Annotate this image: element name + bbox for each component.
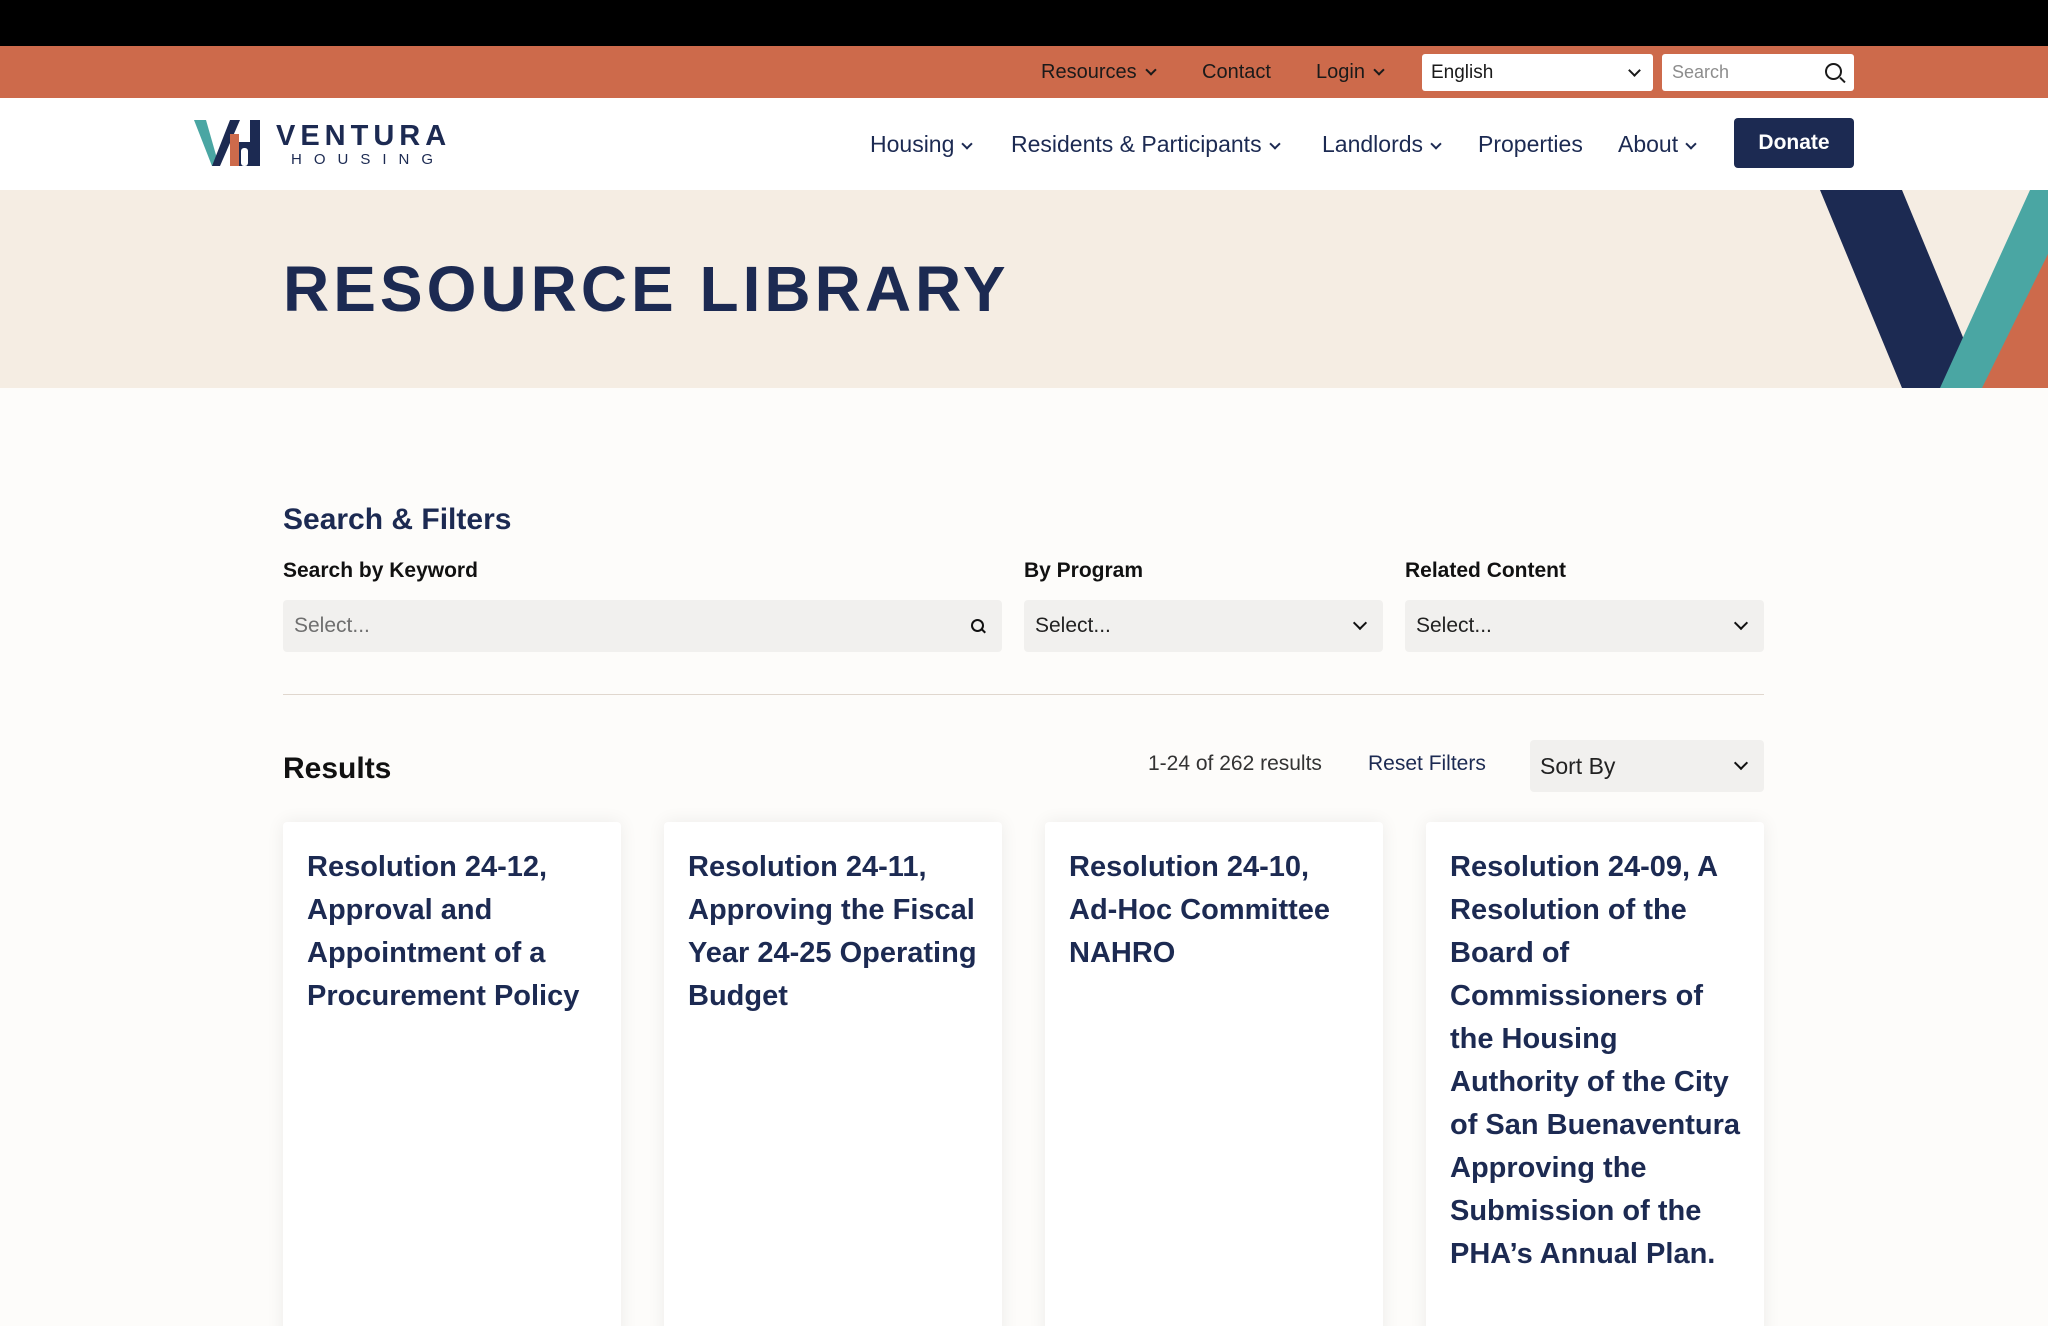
utility-resources-label: Resources xyxy=(1041,61,1137,83)
search-icon[interactable] xyxy=(971,619,984,632)
nav-label: Residents & Participants xyxy=(1011,131,1262,157)
program-select[interactable]: Select... xyxy=(1024,600,1383,652)
resource-card-title[interactable]: Resolution 24-09, A Resolution of the Bo… xyxy=(1450,846,1744,1276)
program-label: By Program xyxy=(1024,559,1144,582)
chevron-down-icon xyxy=(1685,138,1697,150)
filters-divider xyxy=(283,694,1764,695)
keyword-placeholder: Select... xyxy=(294,614,370,637)
nav-label: Landlords xyxy=(1322,131,1424,157)
chevron-down-icon xyxy=(1352,615,1368,631)
related-content-label: Related Content xyxy=(1405,559,1567,582)
logo-wordmark: VENTURA xyxy=(276,120,452,152)
chevron-down-icon xyxy=(1268,138,1281,150)
resource-card-title[interactable]: Resolution 24-12, Approval and Appointme… xyxy=(307,846,601,1018)
nav-item-housing[interactable]: Housing xyxy=(870,98,974,190)
resource-card[interactable]: Resolution 24-11, Approving the Fiscal Y… xyxy=(664,822,1002,1326)
logo-subtitle: HOUSING xyxy=(291,151,446,168)
resource-card[interactable]: Resolution 24-09, A Resolution of the Bo… xyxy=(1426,822,1764,1326)
resource-card[interactable]: Resolution 24-12, Approval and Appointme… xyxy=(283,822,621,1326)
filters-heading: Search & Filters xyxy=(283,503,512,536)
program-value: Select... xyxy=(1035,614,1111,637)
utility-resources-menu[interactable]: Resources xyxy=(1041,46,1157,98)
nav-label: Housing xyxy=(870,131,955,157)
utility-login-menu[interactable]: Login xyxy=(1316,46,1385,98)
donate-button[interactable]: Donate xyxy=(1734,118,1854,168)
keyword-search-input[interactable]: Select... xyxy=(283,600,1002,652)
utility-login-label: Login xyxy=(1316,61,1365,83)
resource-card[interactable]: Resolution 24-10, Ad-Hoc Committee NAHRO xyxy=(1045,822,1383,1326)
nav-item-residents-participants[interactable]: Residents & Participants xyxy=(1011,98,1281,190)
related-content-value: Select... xyxy=(1416,614,1492,637)
results-count: 1-24 of 262 results xyxy=(1148,752,1322,775)
nav-item-about[interactable]: About xyxy=(1618,98,1697,190)
top-black-bar xyxy=(0,0,2048,46)
utility-contact-link[interactable]: Contact xyxy=(1202,46,1271,98)
chevron-down-icon xyxy=(1628,64,1641,77)
nav-item-landlords[interactable]: Landlords xyxy=(1322,98,1442,190)
chevron-down-icon xyxy=(1144,64,1157,76)
utility-bar: Resources Contact Login English Search xyxy=(0,46,2048,98)
nav-item-properties[interactable]: Properties xyxy=(1478,98,1583,190)
decorative-chevron-graphic xyxy=(1820,190,2048,388)
ventura-housing-logo[interactable]: VENTURA HOUSING xyxy=(192,118,446,170)
keyword-label: Search by Keyword xyxy=(283,559,478,582)
language-value: English xyxy=(1431,62,1494,83)
chevron-down-icon xyxy=(961,138,974,150)
nav-label: About xyxy=(1618,131,1679,157)
related-content-select[interactable]: Select... xyxy=(1405,600,1764,652)
utility-search-input[interactable]: Search xyxy=(1662,54,1854,91)
sort-by-select[interactable]: Sort By xyxy=(1530,740,1764,792)
language-select[interactable]: English xyxy=(1422,54,1653,91)
utility-search-placeholder: Search xyxy=(1672,62,1730,82)
chevron-down-icon xyxy=(1373,64,1385,76)
results-heading: Results xyxy=(283,752,392,785)
resource-card-title[interactable]: Resolution 24-10, Ad-Hoc Committee NAHRO xyxy=(1069,846,1363,975)
main-nav: VENTURA HOUSING Housing Residents & Part… xyxy=(0,98,2048,190)
resource-card-title[interactable]: Resolution 24-11, Approving the Fiscal Y… xyxy=(688,846,982,1018)
chevron-down-icon xyxy=(1733,615,1749,631)
sort-by-value: Sort By xyxy=(1540,753,1616,779)
reset-filters-link[interactable]: Reset Filters xyxy=(1368,752,1486,776)
search-icon[interactable] xyxy=(1825,63,1842,80)
page-hero: RESOURCE LIBRARY xyxy=(0,190,2048,388)
chevron-down-icon xyxy=(1430,138,1442,150)
logo-mark-icon xyxy=(194,120,260,166)
page-title: RESOURCE LIBRARY xyxy=(283,253,1010,325)
chevron-down-icon xyxy=(1733,755,1749,771)
